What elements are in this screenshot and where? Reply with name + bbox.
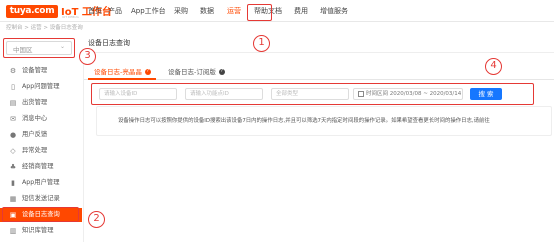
sms-icon: ▦ <box>9 195 17 203</box>
sidebar-item-label: 消息中心 <box>22 115 48 122</box>
sidebar-item-label: 用户反馈 <box>22 131 48 138</box>
warehouse-icon: ▤ <box>9 99 17 107</box>
nav-value-added[interactable]: 增值服务 <box>320 7 348 16</box>
breadcrumb: 控制台 > 运营 > 设备日志查询 <box>6 25 83 31</box>
tab-label: 设备日志-亮晶晶 <box>94 68 142 76</box>
sidebar-item-app-users[interactable]: ▮ App用户管理 <box>0 176 82 190</box>
highlight-box-region <box>3 38 75 58</box>
tab-device-log-standard[interactable]: 设备日志-亮晶晶? <box>94 66 151 76</box>
annotation-2: 2 <box>88 211 105 228</box>
sidebar-item-app-issues[interactable]: ▯ App问题管理 <box>0 80 82 94</box>
sidebar-item-label: 知识库管理 <box>22 227 54 234</box>
top-bar: tuya.com IoT 工作台 IOT DEBUG 首页 产品 App工作台 … <box>0 0 554 22</box>
nav-product[interactable]: 产品 <box>108 7 122 16</box>
annotation-1: 1 <box>253 35 270 52</box>
brand-logo[interactable]: tuya.com <box>6 5 58 18</box>
page-title: 设备日志查询 <box>88 39 130 47</box>
highlight-box-filters <box>91 83 534 105</box>
sidebar-item-knowledge-base[interactable]: ▥ 知识库管理 <box>0 224 82 238</box>
knowledge-icon: ▥ <box>9 227 17 235</box>
highlight-box-operation <box>247 4 272 21</box>
sidebar-item-message-center[interactable]: ✉ 消息中心 <box>0 112 82 126</box>
tab-label: 设备日志-订阅版 <box>168 68 216 76</box>
sidebar-item-label: 经销商管理 <box>22 163 54 170</box>
nav-billing[interactable]: 费用 <box>294 7 308 16</box>
sidebar-item-dealers[interactable]: ♣ 经销商管理 <box>0 160 82 174</box>
sidebar-item-sms-records[interactable]: ▦ 短信发送记录 <box>0 192 82 206</box>
nav-data[interactable]: 数据 <box>200 7 214 16</box>
tab-device-log-subscription[interactable]: 设备日志-订阅版? <box>168 66 225 76</box>
annotation-3: 3 <box>79 48 96 65</box>
help-icon[interactable]: ? <box>218 69 225 75</box>
annotation-4: 4 <box>485 58 502 75</box>
sidebar-item-label: 短信发送记录 <box>22 195 60 202</box>
help-icon[interactable]: ? <box>144 69 151 75</box>
nav-purchase[interactable]: 采购 <box>174 7 188 16</box>
logo-subtitle: IOT DEBUG <box>62 15 79 19</box>
highlight-box-device-log <box>2 207 79 222</box>
dealer-icon: ♣ <box>9 163 17 171</box>
sidebar-item-label: App用户管理 <box>22 179 60 186</box>
ticket-icon: ◇ <box>10 147 16 155</box>
active-tab-indicator <box>88 78 156 80</box>
phone-icon: ▯ <box>11 83 15 91</box>
nav-home[interactable]: 首页 <box>88 7 102 16</box>
nav-operation[interactable]: 运营 <box>227 7 241 16</box>
sidebar-item-label: 出货管理 <box>22 99 48 106</box>
sidebar-item-feedback[interactable]: ● 用户反馈 <box>0 128 82 142</box>
sidebar-item-label: 设备管理 <box>22 67 48 74</box>
nav-app-workbench[interactable]: App工作台 <box>131 7 166 16</box>
sidebar-item-label: 异常处理 <box>22 147 48 154</box>
feedback-icon: ● <box>9 131 17 139</box>
sidebar-item-exceptions[interactable]: ◇ 异常处理 <box>0 144 82 158</box>
header-divider <box>84 52 554 53</box>
sidebar-item-shipment[interactable]: ▤ 出货管理 <box>0 96 82 110</box>
app-user-icon: ▮ <box>11 179 15 187</box>
info-text: 设备操作日志可以按照你提供的设备ID搜索出该设备7日内的操作日志,并且可以筛选7… <box>118 118 490 124</box>
sidebar-item-label: App问题管理 <box>22 83 60 90</box>
device-icon: ⚙ <box>9 67 17 75</box>
message-icon: ✉ <box>10 115 16 123</box>
sidebar-item-device-management[interactable]: ⚙ 设备管理 <box>0 64 82 78</box>
